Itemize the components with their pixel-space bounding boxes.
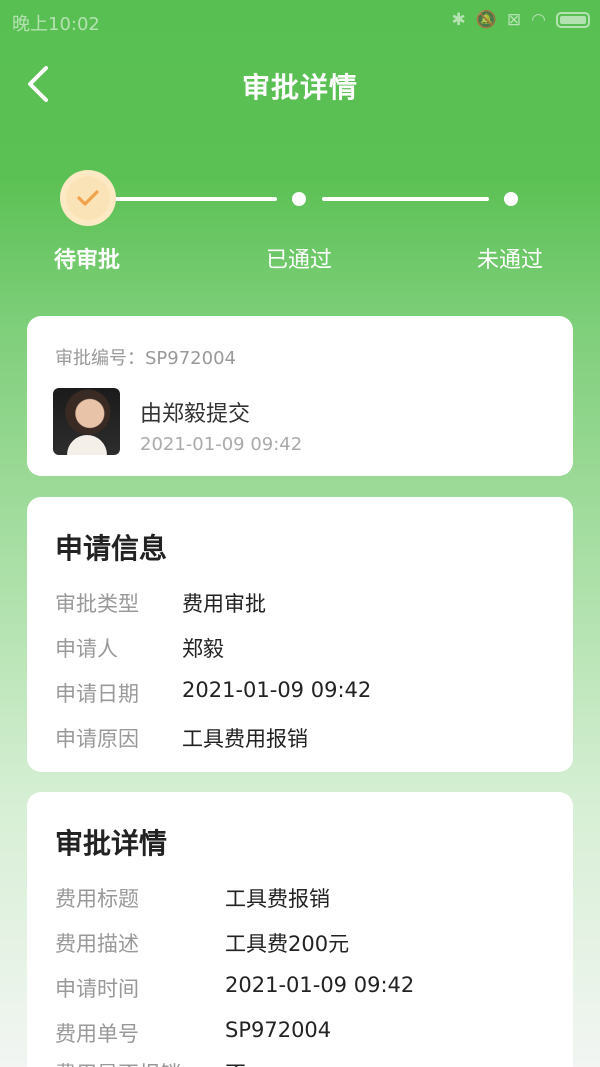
info-value: 工具费用报销: [182, 727, 308, 751]
bluetooth-icon: ✱: [451, 10, 466, 30]
step-connector: [112, 197, 277, 201]
info-key: 申请日期: [55, 682, 139, 706]
info-key: 申请原因: [55, 727, 139, 751]
apply-info-card: 申请信息 审批类型 费用审批 申请人 郑毅 申请日期 2021-01-09 09…: [27, 497, 573, 772]
step-pending-marker: [60, 170, 116, 226]
avatar: [53, 388, 120, 455]
approval-progress: 待审批 已通过 未通过: [0, 168, 600, 278]
step-label-approved: 已通过: [266, 248, 333, 273]
section-title-apply-info: 申请信息: [55, 532, 168, 565]
mute-icon: 🔕: [475, 10, 497, 30]
no-sim-icon: ⊠: [506, 10, 522, 30]
approval-detail-card: 审批详情 费用标题 工具费报销 费用描述 工具费200元 申请时间 2021-0…: [27, 792, 573, 1067]
wifi-icon: ◠: [531, 10, 546, 30]
battery-icon: [556, 12, 590, 28]
info-value: 2021-01-09 09:42: [182, 678, 372, 702]
info-row: 申请人 郑毅: [55, 633, 224, 663]
detail-row: 费用标题 工具费报销: [55, 883, 330, 913]
submit-time: 2021-01-09 09:42: [140, 434, 303, 455]
approval-number: 审批编号：SP972004: [55, 348, 236, 369]
info-key: 审批类型: [55, 592, 139, 616]
status-icons: ✱ 🔕 ⊠ ◠: [451, 9, 590, 31]
step-label-pending: 待审批: [54, 248, 121, 273]
detail-value: 否: [225, 1058, 246, 1067]
detail-key: 申请时间: [55, 977, 139, 1001]
detail-row: 费用是否报销 否: [55, 1058, 246, 1067]
page-title: 审批详情: [241, 71, 358, 104]
step-rejected-dot: [504, 192, 518, 206]
detail-row: 费用单号 SP972004: [55, 1018, 331, 1048]
info-key: 申请人: [55, 637, 118, 661]
detail-row: 申请时间 2021-01-09 09:42: [55, 973, 414, 1003]
info-row: 审批类型 费用审批: [55, 588, 266, 618]
detail-key: 费用标题: [55, 887, 139, 911]
submitter-text: 由郑毅提交: [140, 402, 251, 427]
step-label-rejected: 未通过: [477, 248, 544, 273]
detail-value: SP972004: [225, 1018, 332, 1042]
info-row: 申请日期 2021-01-09 09:42: [55, 678, 371, 708]
summary-card: 审批编号：SP972004 由郑毅提交 2021-01-09 09:42: [27, 316, 573, 476]
detail-value: 工具费报销: [225, 887, 330, 911]
status-bar: 晚上10:02 ✱ 🔕 ⊠ ◠: [0, 0, 600, 42]
detail-value: 工具费200元: [225, 932, 350, 956]
section-title-approval-detail: 审批详情: [55, 827, 168, 860]
nav-bar: 审批详情: [0, 58, 600, 110]
detail-row: 费用描述 工具费200元: [55, 928, 349, 958]
step-connector: [322, 197, 489, 201]
detail-value: 2021-01-09 09:42: [225, 973, 415, 997]
info-row: 申请原因 工具费用报销: [55, 723, 308, 753]
detail-key: 费用是否报销: [55, 1058, 181, 1067]
info-value: 郑毅: [182, 637, 224, 661]
info-value: 费用审批: [182, 592, 266, 616]
detail-key: 费用描述: [55, 932, 139, 956]
detail-key: 费用单号: [55, 1022, 139, 1046]
status-time: 晚上10:02: [12, 14, 100, 35]
check-icon: [77, 190, 99, 206]
step-approved-dot: [292, 192, 306, 206]
